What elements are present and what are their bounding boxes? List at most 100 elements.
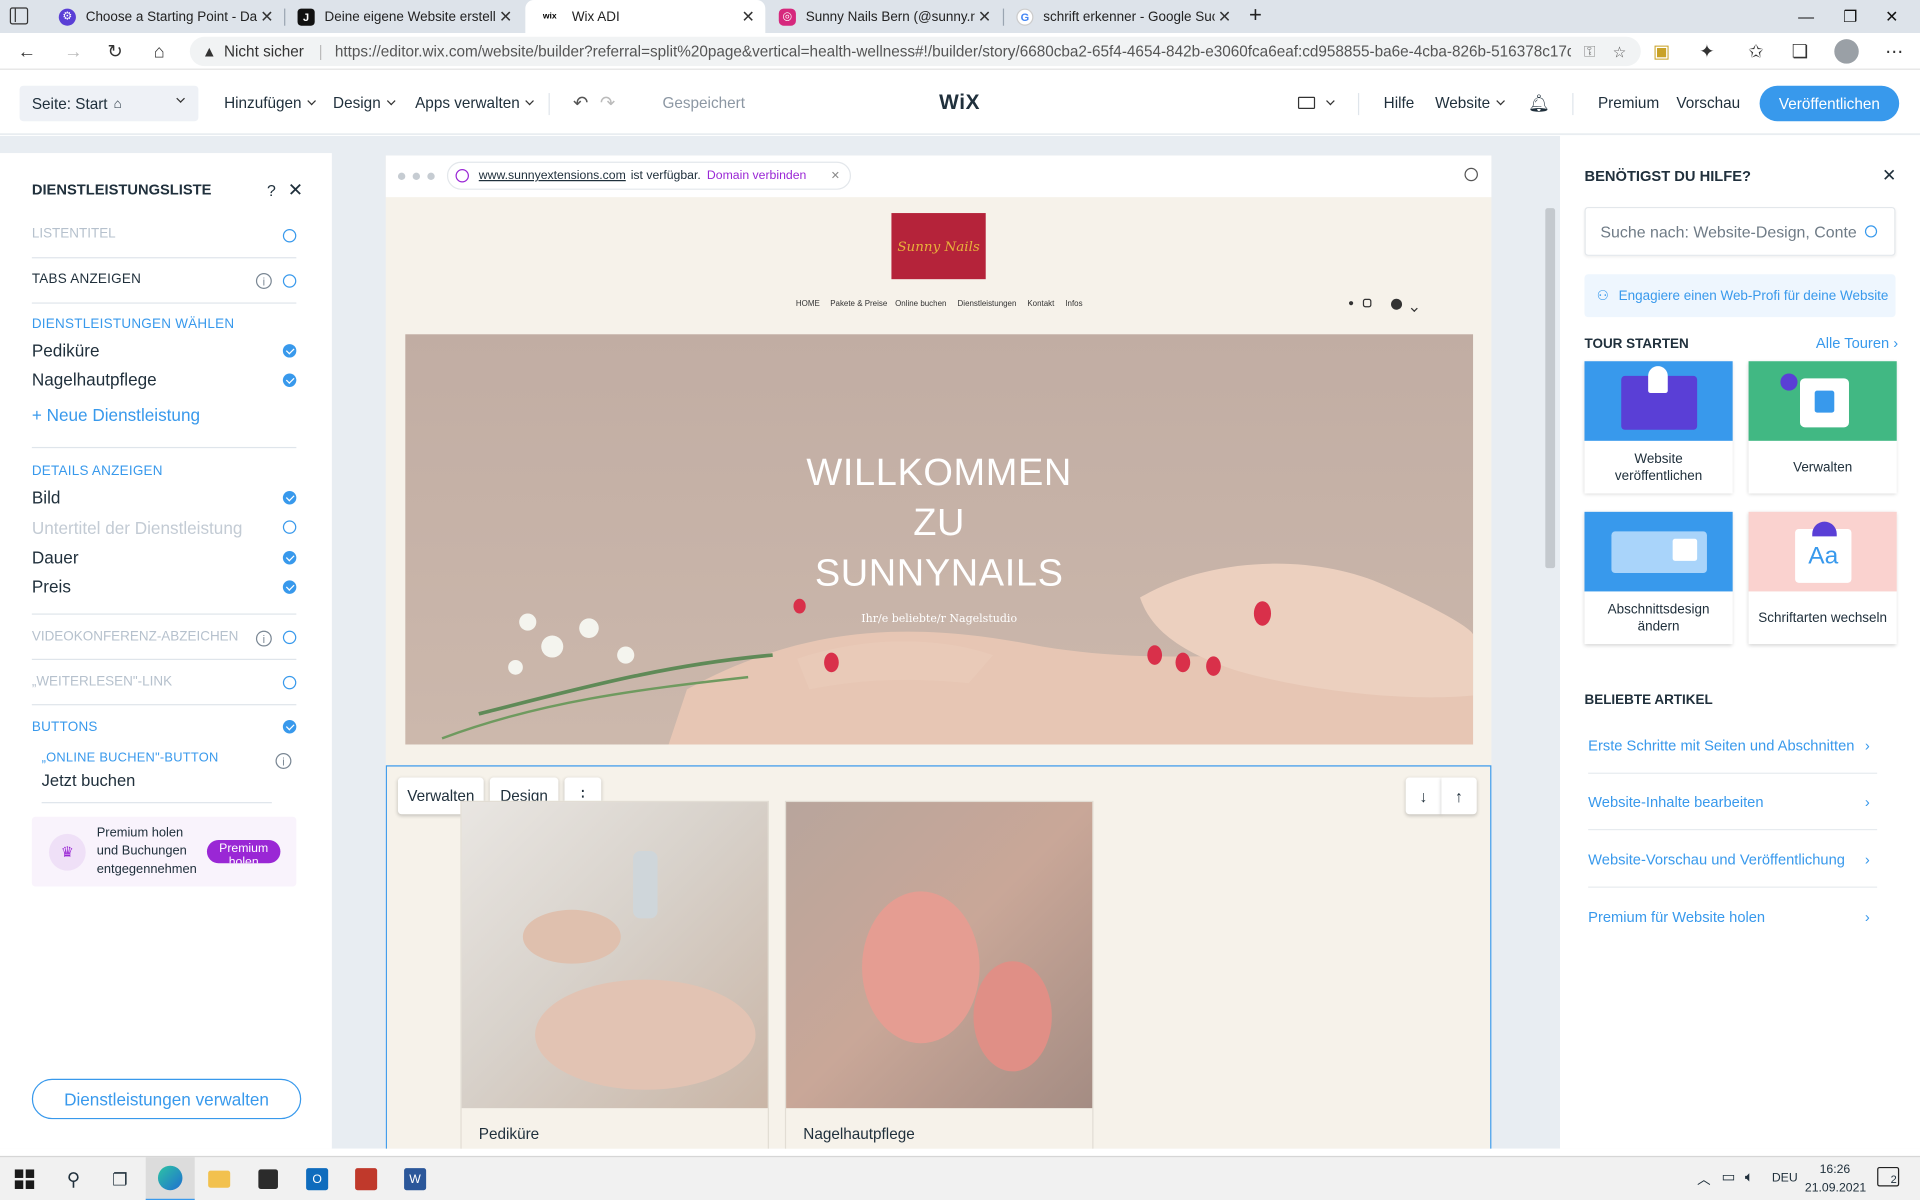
menu-apps[interactable]: Apps verwalten (415, 71, 535, 135)
page-select[interactable]: Seite: Start ⌂ (19, 85, 199, 122)
publish-button[interactable]: Veröffentlichen (1759, 85, 1900, 122)
nav-services[interactable]: Dienstleistungen (958, 300, 1017, 309)
info-icon[interactable]: i (255, 273, 272, 289)
hero-subtitle[interactable]: Ihr/e beliebte/r Nagelstudio (405, 613, 1473, 625)
more-icon[interactable]: ⋯ (1880, 37, 1909, 66)
task-view-icon[interactable]: ❐ (96, 1157, 145, 1200)
chevron-down-icon[interactable] (1407, 295, 1418, 317)
listentitel-toggle[interactable] (282, 228, 297, 243)
collections-icon[interactable]: ❏ (1785, 37, 1814, 66)
browser-tab-google[interactable]: G schrift erkenner - Google Suche ✕ (1004, 0, 1242, 33)
service-card[interactable]: Pediküre (460, 800, 769, 1149)
search-icon[interactable]: ⚲ (49, 1157, 98, 1200)
detail-checkbox[interactable] (282, 551, 297, 565)
video-badge-toggle[interactable] (282, 630, 297, 645)
help-search-input[interactable]: Suche nach: Website-Design, Conte (1584, 206, 1896, 256)
close-tab-icon[interactable]: ✕ (975, 7, 995, 27)
zoom-icon[interactable] (1464, 167, 1478, 182)
clock-time[interactable]: 16:26 (1820, 1163, 1851, 1176)
detail-checkbox[interactable] (282, 520, 297, 534)
favorites-icon[interactable]: ✩ (1741, 37, 1770, 66)
address-bar[interactable]: ▲ Nicht sicher | https://editor.wix.com/… (189, 36, 1641, 67)
move-down-icon[interactable]: ↓ (1405, 777, 1442, 815)
button-text-input[interactable]: Jetzt buchen (41, 771, 272, 804)
help-article-link[interactable]: Erste Schritte mit Seiten und Abschnitte… (1588, 718, 1878, 774)
avatar[interactable] (1834, 39, 1859, 64)
extension-lock-icon[interactable]: ▣ (1647, 37, 1676, 66)
account-icon[interactable] (1391, 298, 1403, 310)
extensions-icon[interactable]: ✦ (1692, 37, 1721, 66)
help-article-link[interactable]: Premium für Website holen › (1588, 889, 1877, 945)
close-tab-icon[interactable]: ✕ (738, 7, 758, 27)
home-icon[interactable]: ⌂ (144, 37, 173, 66)
close-tab-icon[interactable]: ✕ (496, 7, 516, 27)
nav-info[interactable]: Infos (1065, 300, 1082, 309)
redo-icon[interactable]: ↷ (600, 71, 615, 135)
instagram-icon[interactable] (1362, 298, 1372, 308)
menu-design[interactable]: Design (333, 71, 396, 135)
domain-link[interactable]: www.sunnyextensions.com (479, 169, 626, 182)
key-icon[interactable]: ⚿ (1584, 42, 1596, 60)
tray-chevron-icon[interactable]: ︿ (1697, 1169, 1710, 1189)
outlook-icon[interactable]: O (293, 1157, 342, 1200)
detail-checkbox[interactable] (282, 580, 297, 594)
search-icon[interactable] (1864, 225, 1878, 238)
file-explorer-icon[interactable] (195, 1157, 244, 1200)
close-tab-icon[interactable]: ✕ (1215, 7, 1235, 27)
bell-icon[interactable]: 🔔︎ (1528, 71, 1550, 135)
browser-tab-dashboard[interactable]: ⚙ Choose a Starting Point - Dashbo✕ (47, 0, 285, 33)
language-indicator[interactable]: DEU (1772, 1172, 1798, 1185)
close-window-icon[interactable]: ✕ (1864, 0, 1920, 33)
move-up-icon[interactable]: ↑ (1441, 777, 1477, 815)
close-icon[interactable]: ✕ (288, 179, 303, 201)
reload-icon[interactable]: ↻ (100, 37, 129, 66)
tour-card[interactable]: Abschnittsdesign ändern (1584, 511, 1733, 645)
undo-icon[interactable]: ↶ (573, 71, 588, 135)
menu-hinzufuegen[interactable]: Hinzufügen (224, 71, 317, 135)
tabs-toggle[interactable] (282, 274, 297, 288)
tour-card[interactable]: Website veröffentlichen (1584, 361, 1733, 494)
notification-icon[interactable]: 2 (1877, 1166, 1900, 1187)
website-menu[interactable]: Website (1435, 71, 1505, 135)
manage-services-button[interactable]: Dienstleistungen verwalten (31, 1078, 302, 1120)
tour-card[interactable]: Verwalten (1748, 361, 1897, 494)
browser-tab-website[interactable]: J Deine eigene Website erstellen |✕ (285, 0, 523, 33)
preview-link[interactable]: Vorschau (1676, 71, 1740, 135)
connect-domain-link[interactable]: Domain verbinden (707, 169, 806, 182)
help-menu[interactable]: Hilfe (1384, 71, 1415, 135)
tour-card[interactable]: Aa Schriftarten wechseln (1748, 511, 1897, 645)
preview-scrollbar[interactable] (1545, 208, 1556, 569)
service-checkbox[interactable] (282, 373, 297, 387)
close-icon[interactable]: ✕ (831, 169, 840, 182)
nav-contact[interactable]: Kontakt (1027, 300, 1054, 309)
word-icon[interactable]: W (391, 1157, 440, 1200)
premium-button[interactable]: Premium holen (206, 840, 281, 864)
help-article-link[interactable]: Website-Inhalte bearbeiten › (1588, 774, 1878, 831)
nav-packages[interactable]: Pakete & Preise (830, 300, 887, 309)
hero-image[interactable]: WILLKOMMEN ZU SUNNYNAILS Ihr/e beliebte/… (405, 334, 1474, 745)
hire-expert-link[interactable]: ⚇ Engagiere einen Web-Profi für deine We… (1584, 274, 1896, 318)
nav-home[interactable]: HOME (796, 300, 820, 309)
store-icon[interactable] (244, 1157, 293, 1200)
location-icon[interactable]: ● (1348, 298, 1354, 309)
back-icon[interactable]: ← (12, 37, 41, 66)
service-checkbox[interactable] (282, 344, 297, 358)
clock-date[interactable]: 21.09.2021 (1805, 1182, 1866, 1195)
start-icon[interactable] (0, 1157, 49, 1200)
photos-app-icon[interactable] (342, 1157, 391, 1200)
read-more-toggle[interactable] (282, 675, 297, 690)
browser-tab-instagram[interactable]: ◎ Sunny Nails Bern (@sunny.nails_✕ (767, 0, 1002, 33)
help-article-link[interactable]: Website-Vorschau und Veröffentlichung › (1588, 831, 1878, 888)
volume-icon[interactable]: 🔈︎ (1745, 1168, 1754, 1186)
close-tab-icon[interactable]: ✕ (257, 7, 277, 27)
premium-link[interactable]: Premium (1598, 71, 1659, 135)
buttons-checkbox[interactable] (282, 720, 297, 734)
detail-checkbox[interactable] (282, 491, 297, 505)
edge-icon[interactable] (145, 1157, 195, 1200)
new-service-link[interactable]: + Neue Dienstleistung (32, 405, 200, 425)
desktop-view-icon[interactable] (1297, 71, 1335, 135)
help-icon[interactable]: ? (267, 181, 276, 199)
tab-actions-icon[interactable] (9, 7, 29, 25)
service-card[interactable]: Nagelhautpflege (784, 800, 1094, 1149)
new-tab-icon[interactable]: + (1249, 2, 1262, 28)
